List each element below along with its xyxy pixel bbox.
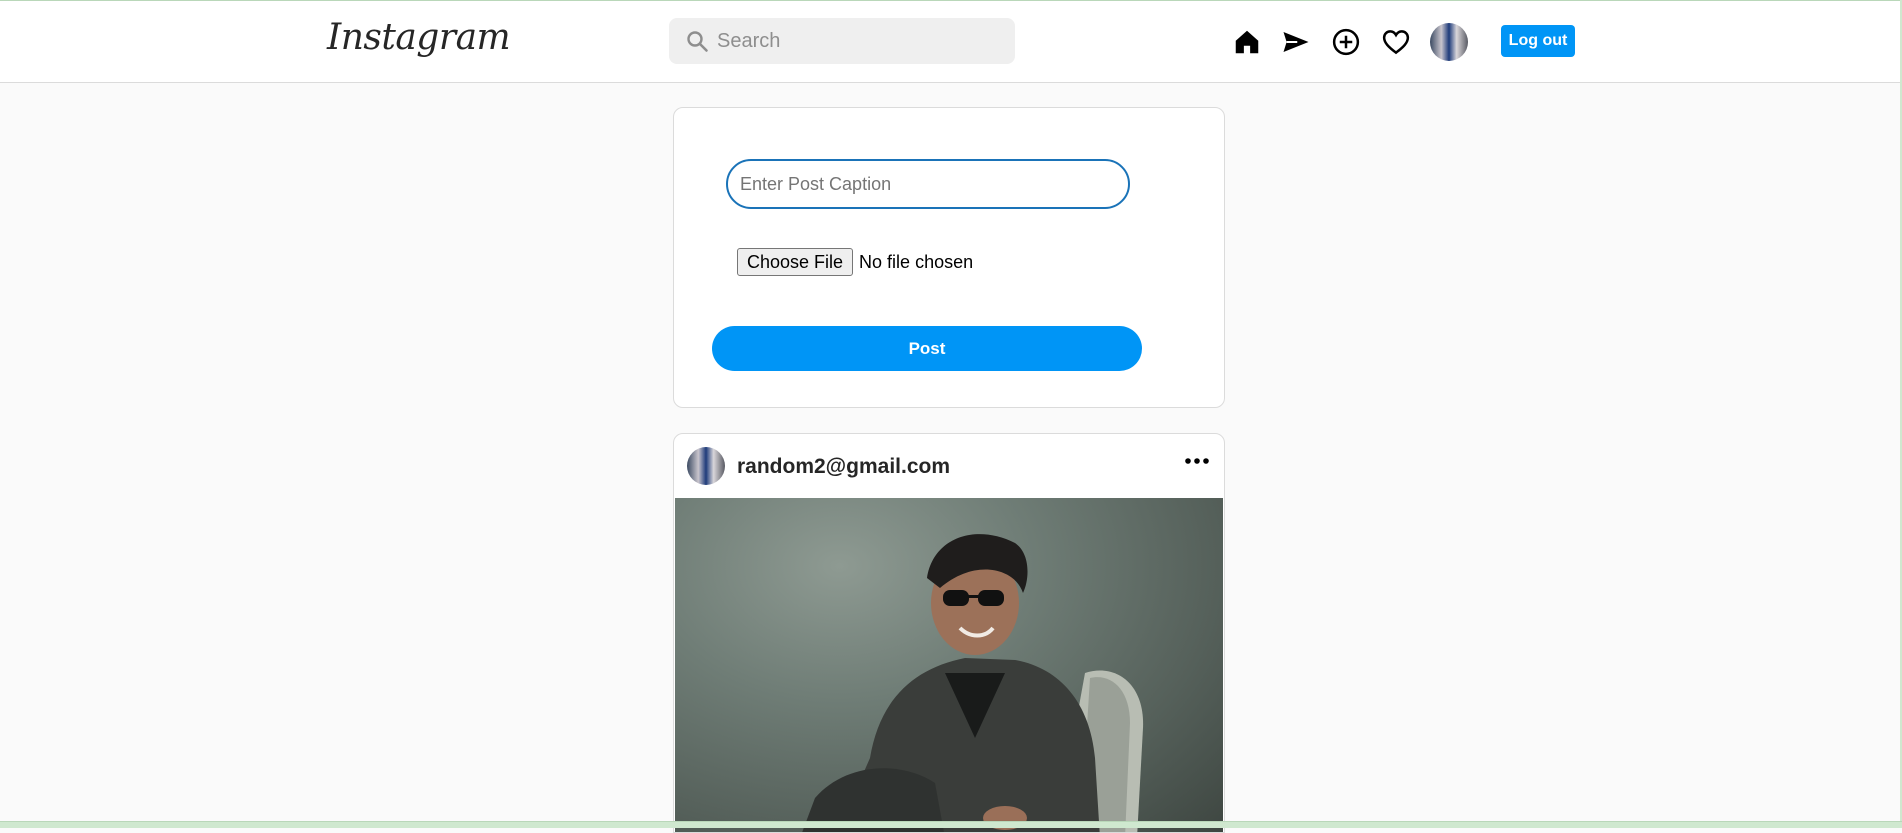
file-status: No file chosen: [859, 251, 974, 272]
choose-file-button[interactable]: Choose File: [737, 248, 854, 276]
ellipsis-icon[interactable]: [1184, 454, 1210, 468]
post-author-avatar[interactable]: [687, 447, 725, 485]
search-input[interactable]: [715, 28, 999, 54]
file-picker: Choose File No file chosen: [737, 248, 973, 276]
add-post-icon[interactable]: [1331, 27, 1361, 57]
instagram-logo[interactable]: Instagram: [327, 17, 511, 58]
send-icon[interactable]: [1281, 27, 1311, 57]
heart-icon[interactable]: [1381, 27, 1411, 57]
feed-post: random2@gmail.com: [673, 433, 1225, 833]
post-photo: [802, 534, 1144, 832]
search-icon: [687, 31, 708, 52]
create-post-card: Choose File No file chosen Post: [673, 107, 1225, 408]
search-box[interactable]: [669, 18, 1015, 64]
home-icon[interactable]: [1232, 27, 1262, 57]
post-image[interactable]: [675, 498, 1223, 832]
caption-input[interactable]: [726, 159, 1130, 209]
top-navbar: Instagram Log out: [0, 1, 1902, 83]
post-username[interactable]: random2@gmail.com: [737, 455, 950, 479]
profile-avatar[interactable]: [1430, 23, 1468, 61]
logout-button[interactable]: Log out: [1501, 25, 1575, 57]
post-button[interactable]: Post: [712, 326, 1142, 371]
